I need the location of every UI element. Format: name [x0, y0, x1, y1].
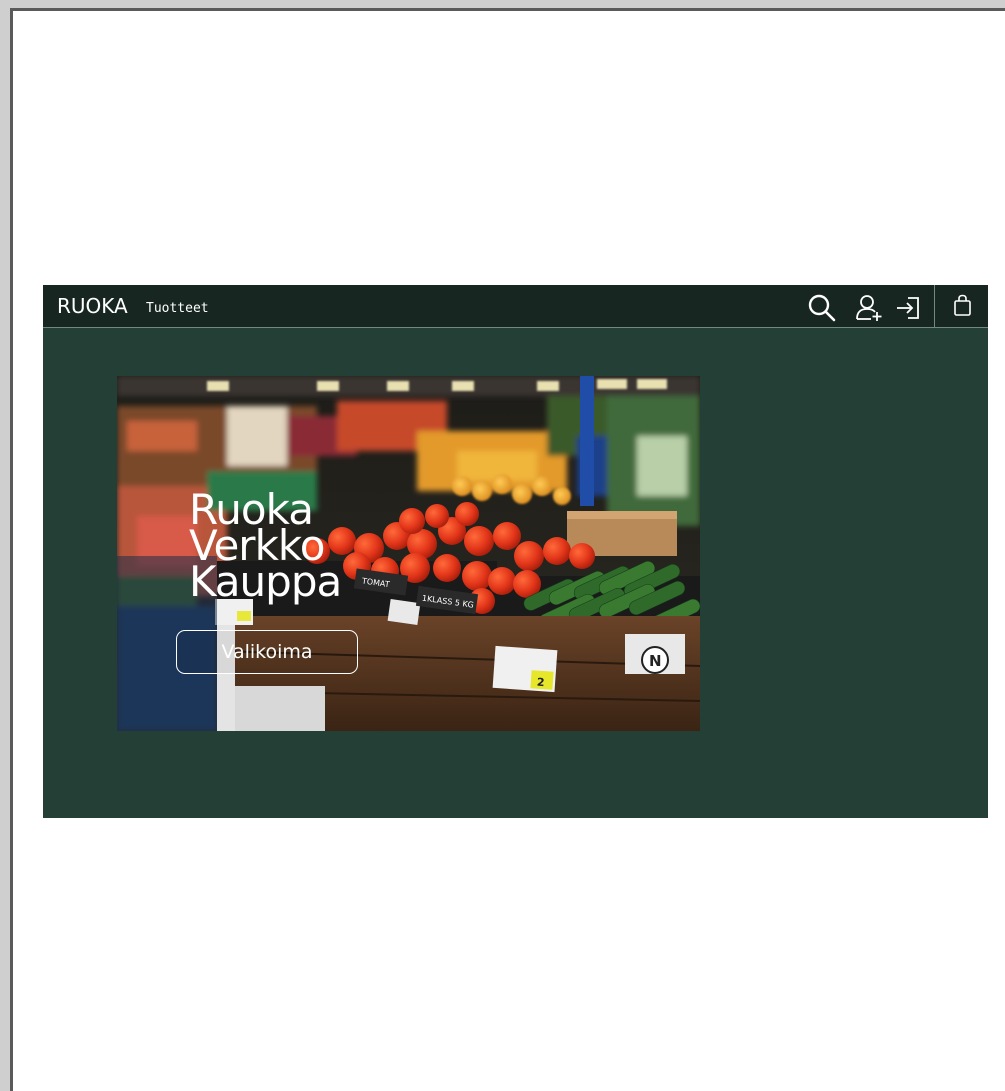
- hero-banner: TOMAT 1KLASS 5 KG 2 N Ruoka Verkko Kaupp…: [117, 376, 700, 731]
- site-canvas: RUOKA Tuotteet TOMAT 1KLASS 5 KG 2 N Ruo…: [43, 285, 988, 818]
- price-tag-price: 2: [536, 676, 545, 690]
- navbar: RUOKA Tuotteet: [43, 285, 988, 328]
- search-icon[interactable]: [807, 293, 837, 323]
- add-user-icon[interactable]: [854, 293, 884, 323]
- nav-link-products[interactable]: Tuotteet: [146, 301, 209, 316]
- brand-logo[interactable]: RUOKA: [57, 294, 128, 318]
- hero-title-line-3: Kauppa: [189, 557, 342, 606]
- price-tag-n: N: [649, 652, 662, 670]
- shopping-bag-icon[interactable]: [949, 292, 979, 322]
- hero-title: Ruoka Verkko Kauppa: [189, 489, 342, 606]
- valikoima-button[interactable]: Valikoima: [176, 630, 358, 674]
- nav-divider: [934, 285, 935, 328]
- login-icon[interactable]: [894, 293, 924, 323]
